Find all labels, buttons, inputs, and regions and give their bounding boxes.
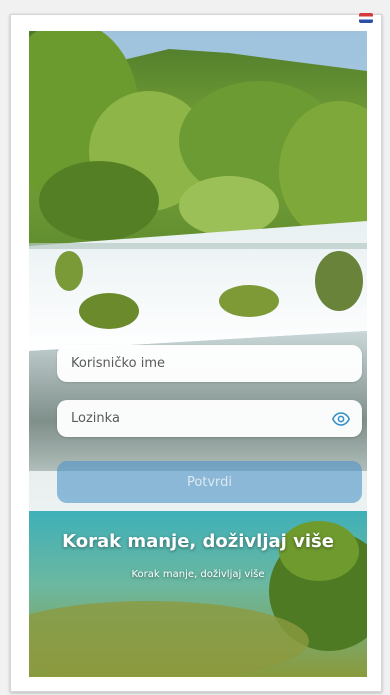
- submit-button[interactable]: Potvrdi: [57, 461, 362, 503]
- password-input[interactable]: [57, 400, 362, 437]
- password-field[interactable]: [57, 400, 362, 437]
- eye-icon[interactable]: [332, 410, 350, 428]
- username-field[interactable]: [57, 345, 362, 382]
- background-waterfall-image: Potvrdi Korak manje, doživljaj više Kora…: [29, 31, 367, 677]
- app-screen: Potvrdi Korak manje, doživljaj više Kora…: [10, 13, 382, 692]
- language-flag-icon[interactable]: [359, 13, 373, 23]
- username-input[interactable]: [57, 345, 362, 382]
- tagline-subtitle: Korak manje, doživljaj više: [131, 569, 265, 580]
- tagline-title: Korak manje, doživljaj više: [62, 531, 334, 552]
